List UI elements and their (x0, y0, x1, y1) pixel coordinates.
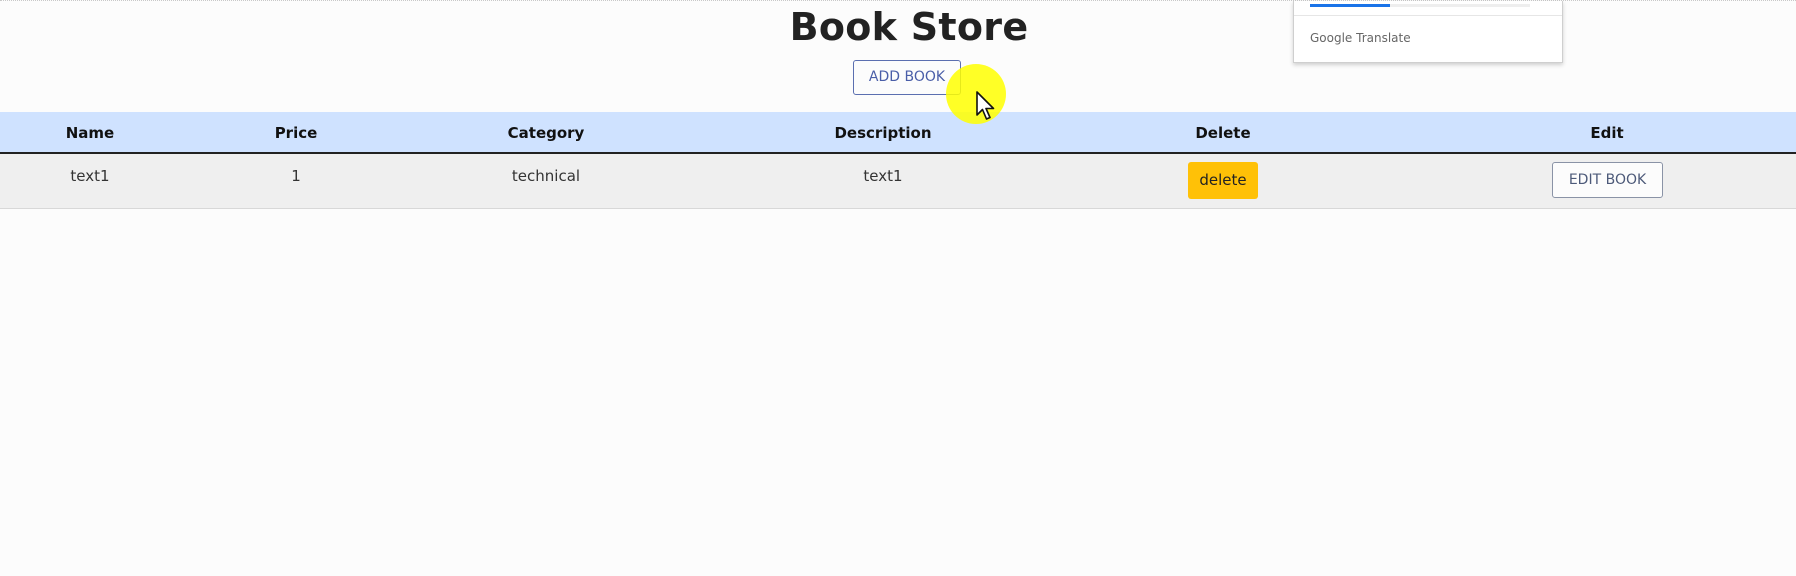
table-header-row: Name Price Category Description Delete E… (0, 112, 1796, 154)
translate-active-tab-indicator (1310, 4, 1390, 7)
cell-name: text1 (70, 167, 110, 185)
edit-book-button[interactable]: EDIT BOOK (1552, 162, 1663, 198)
google-translate-label: Google Translate (1310, 31, 1411, 45)
google-translate-panel: Google Translate (1293, 1, 1563, 63)
cell-price: 1 (291, 167, 301, 185)
table-row: text1 1 technical text1 delete EDIT BOOK (0, 154, 1796, 209)
book-store-page: Book Store ADD BOOK Google Translate Nam… (0, 0, 1796, 576)
column-header-delete: Delete (1195, 124, 1251, 142)
column-header-description: Description (834, 124, 932, 142)
mouse-pointer-icon (976, 91, 995, 120)
add-book-button[interactable]: ADD BOOK (853, 60, 961, 95)
cell-category: technical (511, 167, 581, 185)
cell-description: text1 (863, 167, 903, 185)
column-header-price: Price (274, 124, 318, 142)
books-table: Name Price Category Description Delete E… (0, 112, 1796, 209)
translate-divider (1294, 15, 1562, 16)
column-header-edit: Edit (1590, 124, 1624, 142)
delete-button[interactable]: delete (1188, 162, 1258, 199)
column-header-name: Name (65, 124, 115, 142)
translate-tab-strip[interactable] (1310, 4, 1530, 7)
column-header-category: Category (507, 124, 585, 142)
